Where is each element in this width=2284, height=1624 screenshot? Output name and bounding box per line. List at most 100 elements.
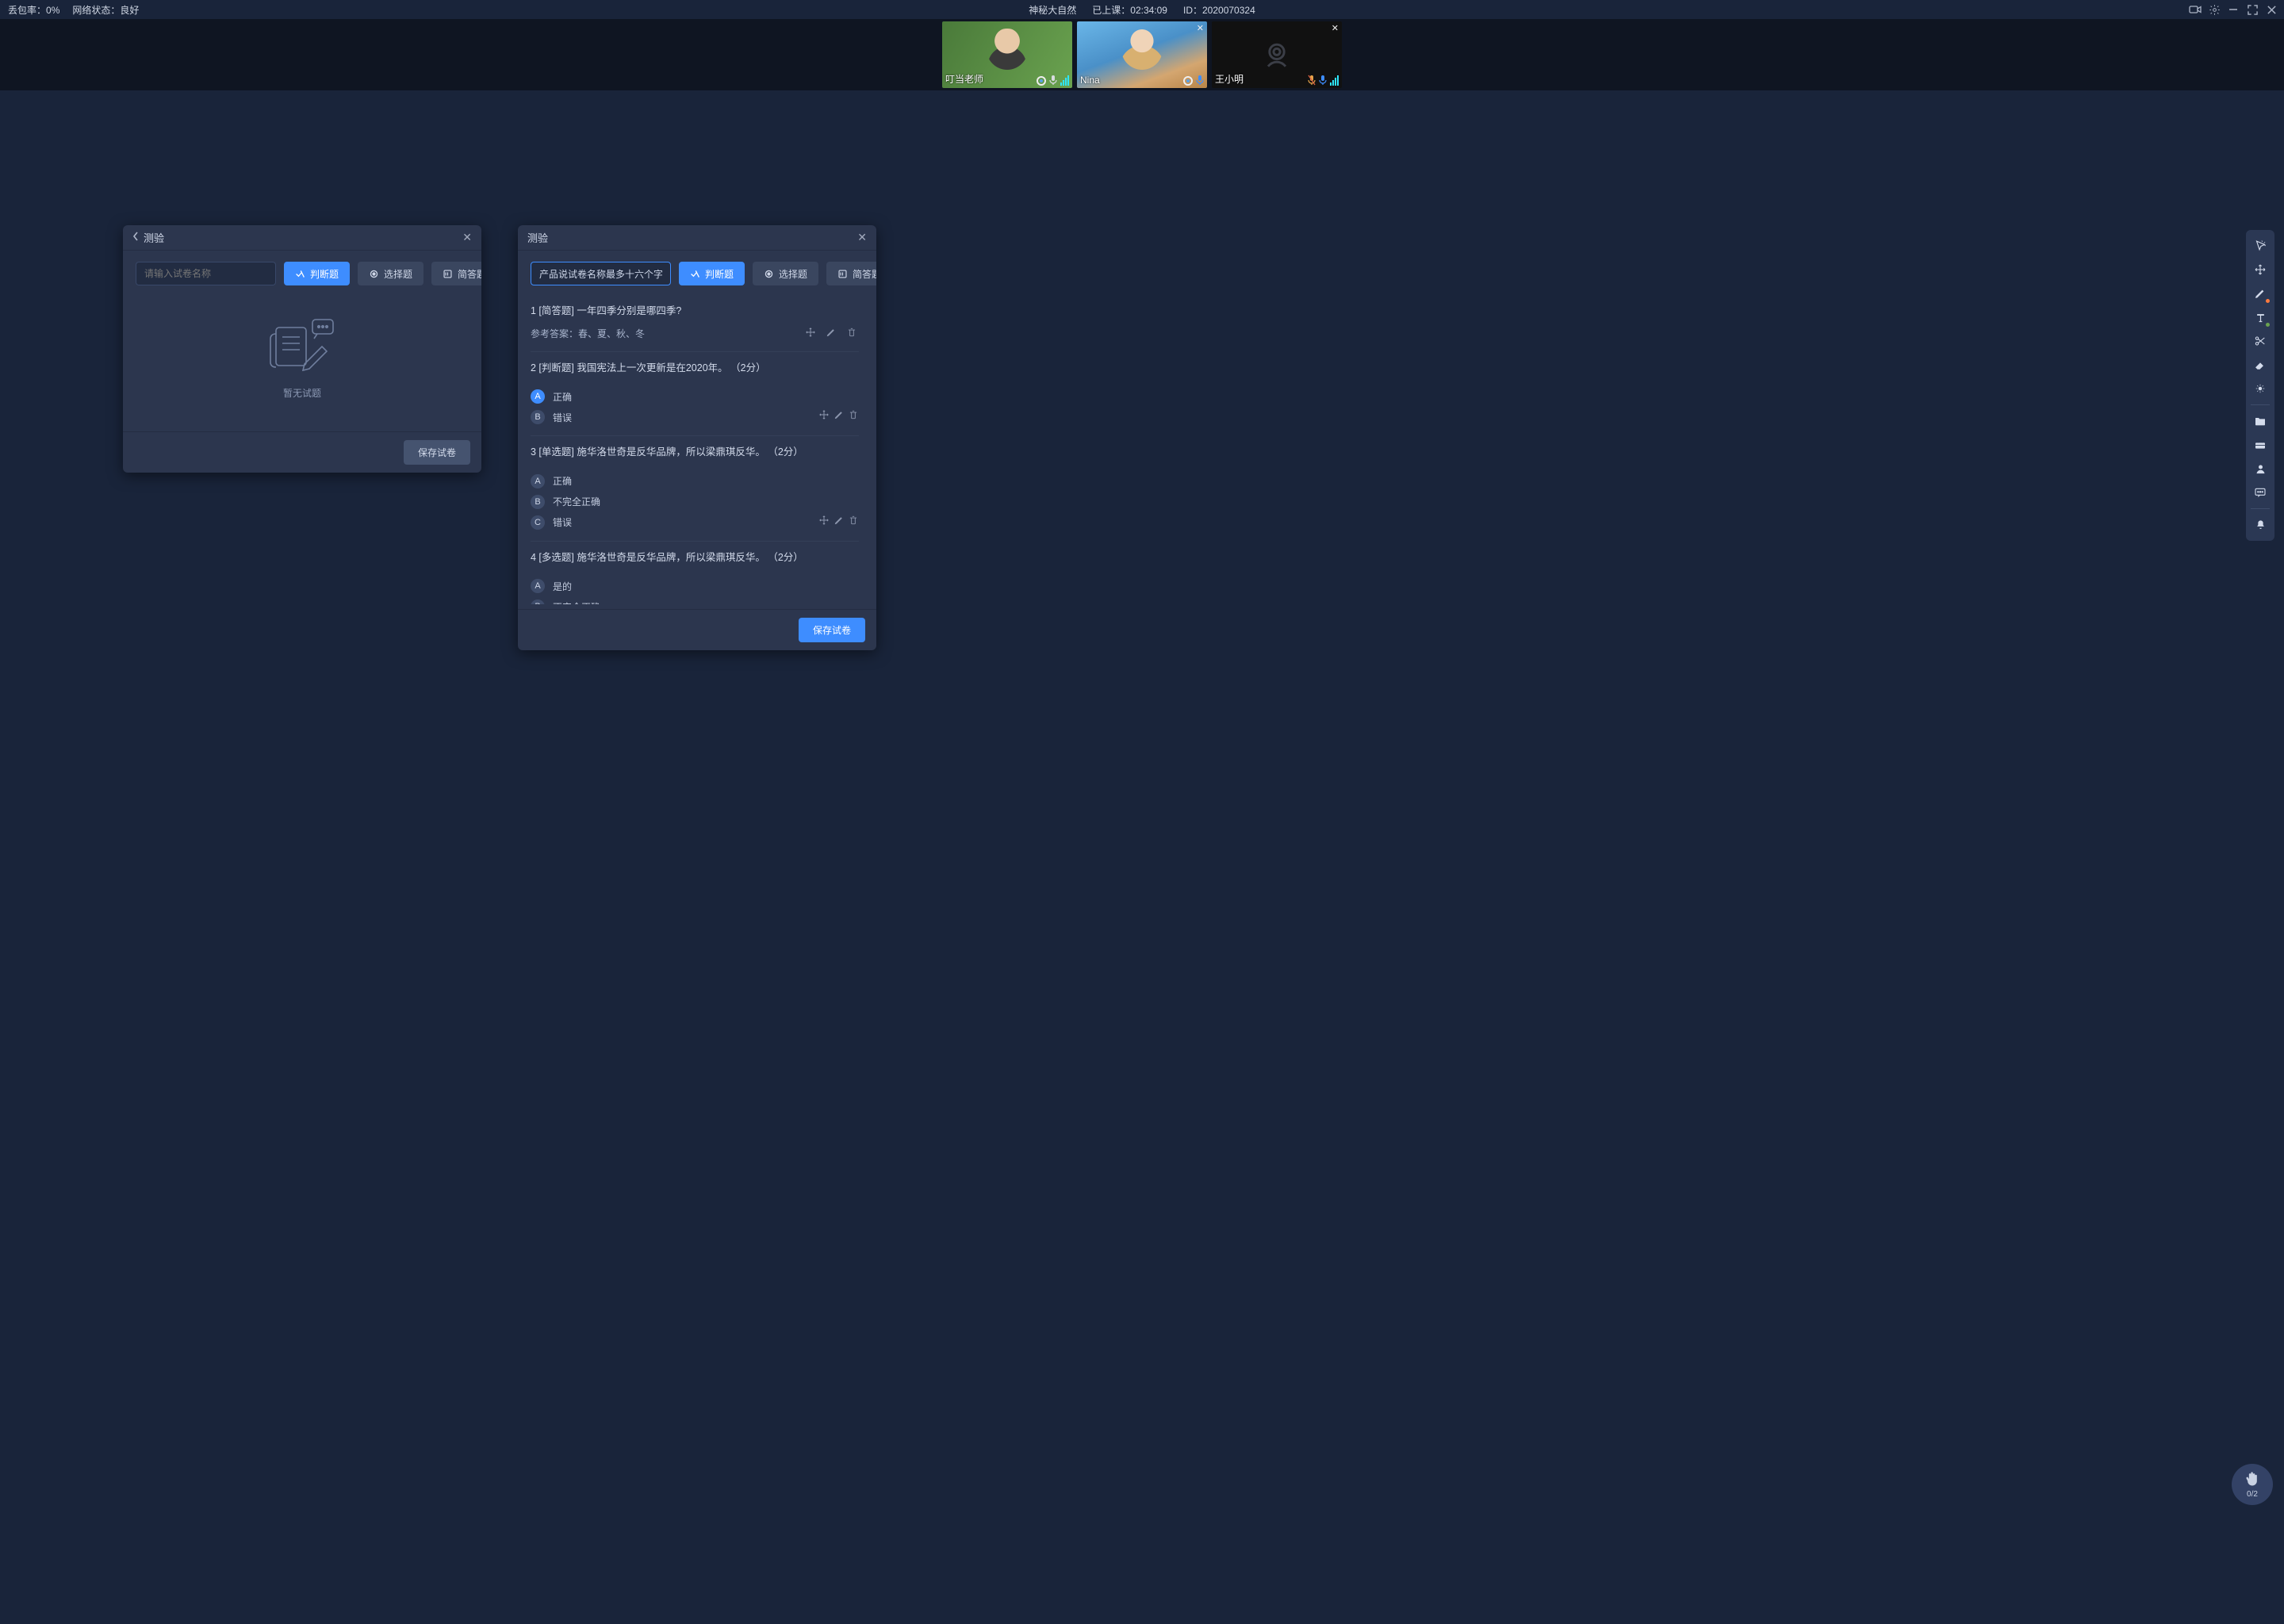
delete-icon[interactable] [846, 327, 859, 339]
move-icon[interactable] [818, 515, 830, 529]
network-status: 网络状态：良好 [72, 3, 139, 17]
edit-icon[interactable] [834, 515, 845, 529]
choice-question-button[interactable]: 选择题 [753, 262, 818, 285]
fullscreen-icon[interactable] [2246, 3, 2259, 16]
question-title: 3 [单选题] 施华洛世奇是反华品牌，所以梁鼎琪反华。 （2分） [531, 446, 859, 460]
folder-tool-icon[interactable] [2249, 410, 2271, 432]
empty-state: 暂无试题 [136, 295, 469, 420]
chat-tool-icon[interactable] [2249, 481, 2271, 504]
packet-loss: 丢包率：0% [8, 3, 59, 17]
mic-icon [1196, 75, 1204, 86]
option-row[interactable]: A正确 [531, 389, 572, 404]
judge-question-button[interactable]: 判断题 [679, 262, 745, 285]
option-letter: A [531, 474, 545, 488]
video-tile-student-1[interactable]: ✕ Nina [1077, 21, 1207, 88]
save-quiz-button[interactable]: 保存试卷 [799, 618, 865, 642]
option-row[interactable]: B 不完全正确 [531, 599, 600, 604]
laser-tool-icon[interactable] [2249, 377, 2271, 400]
edit-icon[interactable] [834, 410, 845, 423]
window-controls [2189, 3, 2278, 16]
question-title: 1 [简答题] 一年四季分别是哪四季? [531, 304, 859, 319]
toolbox-tool-icon[interactable] [2249, 434, 2271, 456]
session-id: ID：2020070324 [1183, 3, 1255, 17]
video-strip: 叮当老师 ✕ Nina ✕ 王小明 [0, 19, 2284, 90]
delete-icon[interactable] [848, 410, 859, 423]
participant-name: Nina [1080, 75, 1100, 86]
cursor-tool-icon[interactable] [2249, 235, 2271, 257]
quiz-panel-empty: 测验 ✕ 判断题 选择题 简答题 [123, 225, 481, 473]
move-icon[interactable] [818, 410, 830, 423]
title-center: 神秘大自然 已上课：02:34:09 ID：2020070324 [1029, 3, 1255, 17]
delete-icon[interactable] [848, 515, 859, 529]
option-letter: B [531, 410, 545, 424]
question-actions [818, 515, 859, 530]
question-item: 3 [单选题] 施华洛世奇是反华品牌，所以梁鼎琪反华。 （2分） A 正确 B 不完全正… [531, 436, 859, 542]
option-text: 不完全正确 [553, 600, 600, 605]
question-item: 1 [简答题] 一年四季分别是哪四季? 参考答案：春、夏、秋、冬 [531, 295, 859, 352]
option-row[interactable]: B 错误 [531, 410, 572, 424]
tile-close-icon[interactable]: ✕ [1332, 23, 1339, 33]
edit-icon[interactable] [826, 327, 838, 339]
settings-icon[interactable] [2208, 3, 2221, 16]
mic-icon [1049, 75, 1057, 86]
minimize-icon[interactable] [2227, 3, 2240, 16]
panel-header: 测验 ✕ [518, 225, 876, 251]
empty-illustration-icon [266, 316, 338, 377]
panel-header: 测验 ✕ [123, 225, 481, 251]
question-actions [818, 409, 859, 424]
user-tool-icon[interactable] [2249, 458, 2271, 480]
question-title: 2 [判断题] 我国宪法上一次更新是在2020年。 （2分） [531, 362, 859, 376]
panel-close-icon[interactable]: ✕ [462, 231, 472, 244]
participant-name: 王小明 [1215, 72, 1244, 86]
pen-tool-icon[interactable] [2249, 282, 2271, 304]
quiz-panel-populated: 测验 ✕ 判断题 选择题 简答题 1 [简答题] 一年四季分别是哪四季? 参考答案… [518, 225, 876, 650]
title-bar: 丢包率：0% 网络状态：良好 神秘大自然 已上课：02:34:09 ID：202… [0, 0, 2284, 19]
mic-muted-icon [1308, 75, 1316, 86]
move-tool-icon[interactable] [2249, 259, 2271, 281]
option-text: 错误 [553, 411, 572, 424]
scissors-tool-icon[interactable] [2249, 330, 2271, 352]
camera-off-icon [1259, 37, 1294, 72]
title-left: 丢包率：0% 网络状态：良好 [8, 3, 139, 17]
whiteboard-indicator-icon [1183, 76, 1193, 86]
option-letter: B [531, 495, 545, 509]
option-letter: B [531, 599, 545, 604]
video-tile-student-2[interactable]: ✕ 王小明 [1212, 21, 1342, 88]
text-tool-icon[interactable] [2249, 306, 2271, 328]
video-tile-teacher[interactable]: 叮当老师 [942, 21, 1072, 88]
option-text: 正确 [553, 474, 572, 488]
short-answer-button[interactable]: 简答题 [431, 262, 481, 285]
option-row[interactable]: A 正确 [531, 474, 600, 488]
elapsed-time: 已上课：02:34:09 [1092, 3, 1167, 17]
signal-icon [1060, 75, 1069, 86]
quiz-name-input[interactable] [531, 262, 671, 285]
move-icon[interactable] [805, 327, 818, 339]
quiz-name-input[interactable] [136, 262, 276, 285]
choice-question-button[interactable]: 选择题 [358, 262, 423, 285]
question-list[interactable]: 1 [简答题] 一年四季分别是哪四季? 参考答案：春、夏、秋、冬 2 [判断题] … [531, 295, 864, 604]
bell-tool-icon[interactable] [2249, 514, 2271, 536]
option-text: 不完全正确 [553, 495, 600, 508]
mic-icon [1319, 75, 1327, 86]
option-row[interactable]: C错误 [531, 515, 600, 530]
participant-name: 叮当老师 [945, 72, 983, 86]
option-row[interactable]: B 不完全正确 [531, 495, 600, 509]
save-quiz-button[interactable]: 保存试卷 [404, 440, 470, 465]
eraser-tool-icon[interactable] [2249, 354, 2271, 376]
panel-close-icon[interactable]: ✕ [857, 231, 867, 244]
quiz-type-row: 判断题 选择题 简答题 [531, 262, 864, 285]
whiteboard-indicator-icon [1037, 76, 1046, 86]
close-icon[interactable] [2265, 3, 2278, 16]
panel-title: 测验 [144, 230, 164, 245]
hand-icon [2244, 1471, 2260, 1488]
tile-close-icon[interactable]: ✕ [1197, 23, 1204, 33]
option-row[interactable]: A是的 [531, 579, 600, 593]
reference-answer: 参考答案：春、夏、秋、冬 [531, 327, 645, 340]
raise-hand-button[interactable]: 0/2 [2232, 1464, 2273, 1505]
camera-icon[interactable] [2189, 3, 2202, 16]
judge-question-button[interactable]: 判断题 [284, 262, 350, 285]
question-item: 4 [多选题] 施华洛世奇是反华品牌，所以梁鼎琪反华。 （2分）A是的B不完全正… [531, 542, 859, 605]
empty-text: 暂无试题 [283, 386, 321, 400]
short-answer-button[interactable]: 简答题 [826, 262, 876, 285]
back-icon[interactable] [132, 232, 139, 243]
